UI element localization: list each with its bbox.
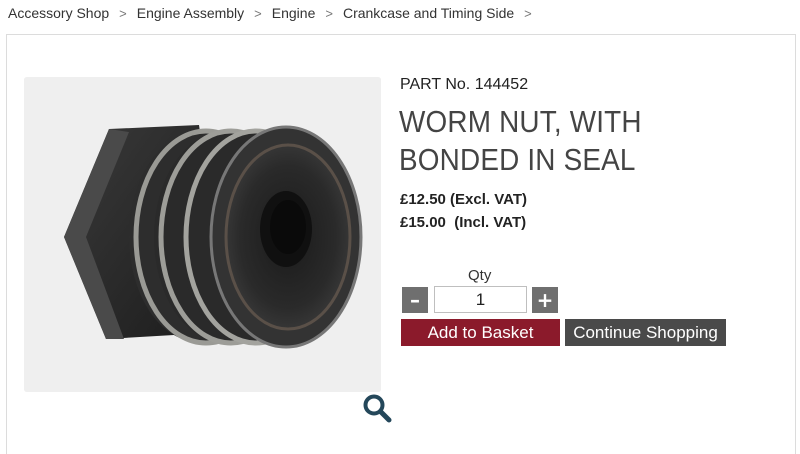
qty-label: Qty	[468, 267, 492, 284]
breadcrumb: Accessory Shop > Engine Assembly > Engin…	[8, 4, 542, 22]
product-image[interactable]	[24, 77, 381, 392]
magnifier-icon[interactable]	[362, 393, 392, 423]
breadcrumb-accessory-shop[interactable]: Accessory Shop	[8, 5, 109, 21]
worm-nut-photo	[24, 77, 381, 392]
continue-shopping-button[interactable]: Continue Shopping	[565, 319, 726, 346]
price-excl-vat: £12.50 (Excl. VAT)	[400, 191, 528, 208]
part-number: PART No. 144452	[400, 76, 529, 93]
breadcrumb-separator: >	[524, 5, 532, 21]
add-to-basket-button[interactable]: Add to Basket	[401, 319, 560, 346]
qty-decrease-button[interactable]: –	[402, 287, 428, 313]
breadcrumb-separator: >	[119, 5, 127, 21]
price-incl-vat: £15.00 (Incl. VAT)	[400, 214, 527, 231]
breadcrumb-engine-assembly[interactable]: Engine Assembly	[137, 5, 244, 21]
breadcrumb-crankcase-timing-side[interactable]: Crankcase and Timing Side	[343, 5, 514, 21]
breadcrumb-engine[interactable]: Engine	[272, 5, 316, 21]
qty-increase-button[interactable]: +	[532, 287, 558, 313]
product-title: WORM NUT, WITH BONDED IN SEAL	[399, 104, 642, 177]
breadcrumb-separator: >	[254, 5, 262, 21]
breadcrumb-separator: >	[325, 5, 333, 21]
qty-input[interactable]	[434, 286, 527, 313]
